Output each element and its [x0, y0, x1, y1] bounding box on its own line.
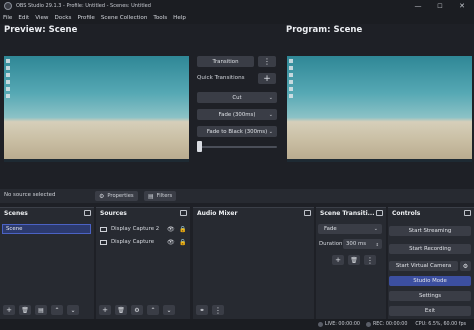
undock-icon[interactable] — [464, 210, 471, 216]
undock-icon[interactable] — [376, 210, 383, 216]
scenes-dock: Scenes Scene + 🗑 ▤ ⌃ ⌄ — [0, 207, 94, 319]
source-list-item[interactable]: Display Capture 2 👁 🔒 — [100, 224, 188, 234]
undock-icon[interactable] — [84, 210, 91, 216]
more-menu-icon[interactable]: ⋮ — [364, 255, 376, 265]
audio-mixer-dock: Audio Mixer ⚭ ⋮ — [193, 207, 314, 319]
gear-icon[interactable]: ⚙ — [131, 305, 143, 315]
source-toolbar: No source selected ⚙ Properties ▤ Filter… — [0, 189, 474, 203]
preview-canvas[interactable] — [4, 56, 189, 162]
menu-edit[interactable]: Edit — [18, 15, 29, 21]
chevron-up-icon[interactable]: ⌃ — [147, 305, 159, 315]
trash-icon[interactable]: 🗑 — [115, 305, 127, 315]
cpu-fps-readout: CPU: 6.5%, 60.00 fps — [415, 322, 466, 327]
chevron-down-icon[interactable]: ⌄ — [67, 305, 79, 315]
spinner-icon[interactable]: ⇕ — [376, 242, 379, 247]
quick-transition-fade[interactable]: Fade (300ms) ⌄ — [197, 109, 277, 120]
more-menu-icon[interactable]: ⋮ — [212, 305, 224, 315]
settings-button[interactable]: Settings — [389, 291, 471, 301]
transition-button[interactable]: Transition — [197, 56, 254, 67]
preview-title: Preview: Scene — [4, 25, 78, 35]
sources-dock-title: Sources — [100, 210, 127, 217]
program-canvas — [287, 56, 472, 162]
transition-select[interactable]: Fade ⌄ — [318, 224, 382, 234]
menu-docks[interactable]: Docks — [55, 15, 72, 21]
studio-mode-button[interactable]: Studio Mode — [389, 276, 471, 286]
filter-icon[interactable]: ▤ — [35, 305, 47, 315]
menu-bar: File Edit View Docks Profile Scene Colle… — [0, 12, 474, 24]
monitor-icon — [100, 226, 107, 232]
t-bar-slider[interactable] — [197, 141, 202, 152]
lock-icon[interactable]: 🔒 — [179, 226, 186, 233]
gear-icon[interactable]: ⚙ — [460, 261, 471, 271]
duration-input[interactable]: 300 ms ⇕ — [343, 239, 382, 249]
menu-tools[interactable]: Tools — [153, 15, 167, 21]
menu-profile[interactable]: Profile — [77, 15, 94, 21]
source-list-item[interactable]: Display Capture 👁 🔒 — [100, 237, 188, 247]
status-bar: LIVE: 00:00:00 REC: 00:00:00 CPU: 6.5%, … — [0, 319, 474, 330]
properties-button[interactable]: ⚙ Properties — [95, 191, 138, 201]
trash-icon[interactable]: 🗑 — [19, 305, 31, 315]
maximize-button[interactable]: ☐ — [429, 0, 451, 12]
menu-file[interactable]: File — [3, 15, 12, 21]
start-streaming-button[interactable]: Start Streaming — [389, 226, 471, 236]
menu-view[interactable]: View — [35, 15, 48, 21]
title-bar: OBS Studio 29.1.3 - Profile: Untitled - … — [0, 0, 474, 12]
add-transition-button[interactable]: + — [332, 255, 344, 265]
chevron-down-icon: ⌄ — [373, 226, 378, 232]
link-icon[interactable]: ⚭ — [196, 305, 208, 315]
scenes-dock-title: Scenes — [4, 210, 28, 217]
add-quick-transition-button[interactable]: + — [258, 73, 276, 84]
rec-timer: REC: 00:00:00 — [372, 322, 408, 327]
quick-transitions-label: Quick Transitions — [197, 75, 245, 81]
window-title: OBS Studio 29.1.3 - Profile: Untitled - … — [16, 3, 151, 9]
chevron-down-icon[interactable]: ⌄ — [163, 305, 175, 315]
taskbar — [4, 159, 189, 162]
t-bar-track — [197, 146, 277, 148]
minimize-button[interactable]: — — [407, 0, 429, 12]
menu-help[interactable]: Help — [173, 15, 186, 21]
start-virtual-camera-button[interactable]: Start Virtual Camera — [389, 261, 458, 271]
eye-icon[interactable]: 👁 — [167, 239, 175, 246]
controls-dock-title: Controls — [392, 210, 421, 217]
source-status: No source selected — [4, 192, 56, 198]
quick-transition-cut[interactable]: Cut ⌄ — [197, 92, 277, 103]
eye-icon[interactable]: 👁 — [167, 226, 175, 233]
filter-icon: ▤ — [148, 192, 154, 200]
scene-transitions-dock: Scene Transiti... Fade ⌄ Duration 300 ms… — [316, 207, 386, 319]
live-timer: LIVE: 00:00:00 — [324, 322, 360, 327]
chevron-up-icon[interactable]: ⌃ — [51, 305, 63, 315]
exit-button[interactable]: Exit — [389, 306, 471, 316]
undock-icon[interactable] — [180, 210, 187, 216]
scene-transitions-dock-title: Scene Transiti... — [320, 210, 375, 217]
gear-icon: ⚙ — [99, 192, 105, 200]
obs-logo-icon — [4, 2, 12, 10]
menu-scene-collection[interactable]: Scene Collection — [101, 15, 148, 21]
quick-transition-fade-to-black[interactable]: Fade to Black (300ms) ⌄ — [197, 126, 277, 137]
add-source-button[interactable]: + — [99, 305, 111, 315]
lock-icon[interactable]: 🔒 — [179, 239, 186, 246]
scene-list-item[interactable]: Scene — [2, 224, 91, 234]
close-button[interactable]: ✕ — [451, 0, 473, 12]
filters-button[interactable]: ▤ Filters — [144, 191, 177, 201]
chevron-down-icon: ⌄ — [268, 94, 273, 101]
program-title: Program: Scene — [286, 25, 363, 35]
sources-dock: Sources Display Capture 2 👁 🔒 Display Ca… — [96, 207, 190, 319]
chevron-down-icon: ⌄ — [268, 111, 273, 118]
monitor-icon — [100, 239, 107, 245]
start-recording-button[interactable]: Start Recording — [389, 244, 471, 254]
chevron-down-icon: ⌄ — [268, 128, 273, 135]
transition-menu-button[interactable]: ⋮ — [258, 56, 276, 67]
undock-icon[interactable] — [304, 210, 311, 216]
add-scene-button[interactable]: + — [3, 305, 15, 315]
audio-mixer-dock-title: Audio Mixer — [197, 210, 238, 217]
live-indicator-icon — [317, 322, 323, 327]
trash-icon[interactable]: 🗑 — [348, 255, 360, 265]
rec-indicator-icon — [365, 322, 371, 327]
duration-label: Duration — [319, 241, 343, 247]
